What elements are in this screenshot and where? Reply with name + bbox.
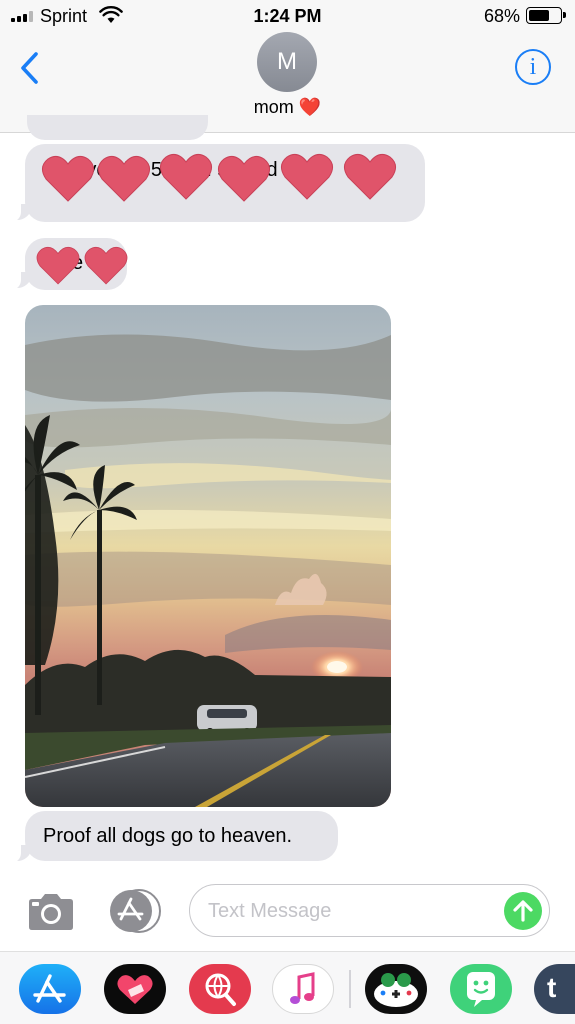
globe-search-icon[interactable] bbox=[189, 964, 251, 1014]
message-bubble[interactable]: Proof all dogs go to heaven. bbox=[25, 811, 338, 861]
heart-sticker-icon bbox=[344, 153, 396, 200]
bubble-tail bbox=[7, 270, 31, 290]
battery-percent: 68% bbox=[483, 6, 520, 26]
bubble-tail bbox=[7, 202, 31, 222]
message-text-field[interactable] bbox=[189, 884, 550, 937]
arrow-up-icon bbox=[513, 900, 533, 922]
battery-icon bbox=[526, 7, 566, 24]
back-chevron-icon[interactable] bbox=[16, 48, 46, 88]
bubble-tail bbox=[7, 843, 31, 863]
send-button[interactable] bbox=[504, 892, 542, 930]
message-input[interactable] bbox=[208, 898, 478, 924]
game-controller-icon[interactable] bbox=[365, 964, 427, 1014]
camera-icon[interactable] bbox=[26, 893, 76, 931]
status-bar: Sprint 1:24 PM 68% bbox=[0, 0, 575, 34]
tumblr-letter: t bbox=[547, 972, 557, 1003]
heart-sticker-icon bbox=[36, 246, 80, 285]
previous-message-bubble[interactable] bbox=[27, 115, 208, 140]
battery-level bbox=[529, 10, 549, 21]
heart-sticker-icon bbox=[98, 155, 150, 202]
heart-sticker-icon bbox=[84, 246, 128, 285]
heart-sticker-icon bbox=[160, 153, 212, 200]
app-store-icon[interactable] bbox=[107, 888, 163, 934]
message-text: Proof all dogs go to heaven. bbox=[43, 825, 293, 847]
heart-sticker-icon bbox=[42, 155, 94, 202]
sunset-photo-message[interactable] bbox=[25, 305, 391, 807]
music-note-icon[interactable] bbox=[272, 964, 334, 1014]
heart-sticker-icon bbox=[281, 153, 333, 200]
heart-app-icon[interactable] bbox=[104, 964, 166, 1014]
heart-sticker-icon bbox=[218, 155, 270, 202]
conversation-header: Sprint 1:24 PM 68% M mom ❤️ i bbox=[0, 0, 575, 133]
app-store-icon[interactable] bbox=[19, 964, 81, 1014]
contact-avatar[interactable]: M bbox=[257, 32, 317, 92]
drawer-divider bbox=[349, 970, 351, 1008]
info-icon[interactable]: i bbox=[515, 49, 551, 85]
smiley-bubble-icon[interactable] bbox=[450, 964, 512, 1014]
